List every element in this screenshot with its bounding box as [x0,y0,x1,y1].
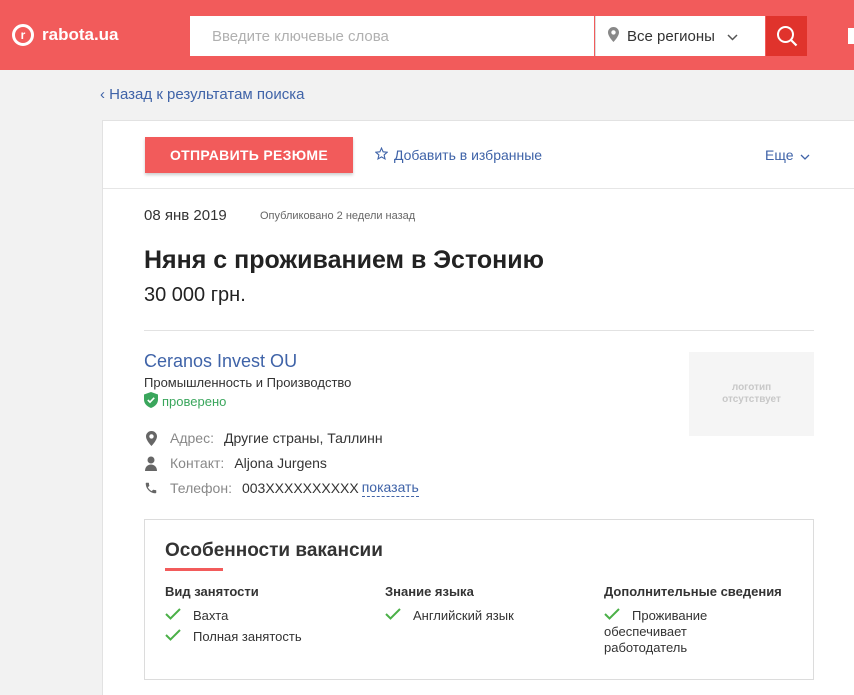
logo-icon: r [12,24,34,46]
address-row: Адрес: Другие страны, Таллинн [144,430,383,446]
vacancy-title: Няня с проживанием в Эстонию [144,246,544,274]
back-label: Назад к результатам поиска [109,86,305,103]
add-to-favorites-link[interactable]: Добавить в избранные [374,146,543,163]
feature-item: Английский язык [385,608,585,624]
logo-placeholder-line2: отсутствует [722,394,781,405]
star-icon [374,146,389,163]
contact-label: Контакт: [170,455,225,471]
site-logo[interactable]: r rabota.ua [12,24,119,46]
back-to-results-link[interactable]: ‹ Назад к результатам поиска [100,86,305,103]
vacancy-card: ОТПРАВИТЬ РЕЗЮМЕ Добавить в избранные Ещ… [102,120,854,695]
company-logo-placeholder: логотип отсутствует [689,352,814,436]
address-label: Адрес: [170,430,214,446]
favorite-label: Добавить в избранные [394,147,543,163]
region-select[interactable]: Все регионы [595,16,765,56]
feature-item: Проживание обеспечивает работодатель [604,608,734,656]
site-header: r rabota.ua Все регионы [0,0,854,70]
search-button[interactable] [766,16,807,56]
more-menu-button[interactable]: Еще [765,147,810,163]
divider [144,330,814,331]
feature-item: Полная занятость [165,629,365,645]
feature-item: Вахта [165,608,365,624]
send-resume-button[interactable]: ОТПРАВИТЬ РЕЗЮМЕ [145,137,353,173]
search-icon [776,26,797,47]
vacancy-date: 08 янв 2019 [144,207,227,224]
vacancy-features: Особенности вакансии Вид занятости Вахта… [144,519,814,680]
show-phone-link[interactable]: показать [361,479,419,497]
feature-item-label: Английский язык [413,608,514,623]
more-label: Еще [765,147,794,163]
person-icon [144,456,158,471]
vacancy-salary: 30 000 грн. [144,284,246,306]
verified-badge: проверено [144,392,226,411]
address-value: Другие страны, Таллинн [223,430,383,446]
logo-placeholder-line1: логотип [731,382,772,393]
features-title-underline [165,568,223,571]
check-icon [165,608,181,624]
features-title: Особенности вакансии [165,540,383,561]
contact-value: Aljona Jurgens [234,455,327,471]
feature-column-additional: Дополнительные сведения Проживание обесп… [604,584,804,661]
check-icon [165,629,181,645]
vacancy-toolbar: ОТПРАВИТЬ РЕЗЮМЕ Добавить в избранные Ещ… [103,121,854,189]
contact-row: Контакт: Aljona Jurgens [144,455,327,471]
phone-label: Телефон: [170,480,232,496]
chevron-down-icon [800,147,810,163]
feature-item-label: Вахта [193,608,229,623]
published-ago: Опубликовано 2 недели назад [260,210,416,222]
feature-heading: Дополнительные сведения [604,584,782,599]
phone-row: Телефон: 003XXXXXXXXXX показать [144,479,419,497]
shield-check-icon [144,392,158,411]
chevron-left-icon: ‹ [100,86,105,103]
check-icon [385,608,401,624]
phone-icon [144,481,158,495]
feature-column-employment: Вид занятости Вахта Полная занятость [165,584,365,650]
location-pin-icon [608,26,619,46]
search-input[interactable] [190,16,594,56]
company-name-link[interactable]: Ceranos Invest OU [144,351,297,372]
region-value: Все регионы [627,27,715,45]
logo-text: rabota.ua [42,25,119,44]
feature-heading: Знание языка [385,584,474,599]
feature-item-label: Полная занятость [193,629,302,644]
verified-label: проверено [162,394,227,409]
feature-column-language: Знание языка Английский язык [385,584,585,629]
check-icon [604,608,620,624]
search-box [190,16,594,56]
feature-heading: Вид занятости [165,584,259,599]
header-edge [848,28,854,44]
chevron-down-icon [727,28,738,45]
company-industry: Промышленность и Производство [144,375,352,390]
phone-value: 003XXXXXXXXXX [241,480,359,496]
location-pin-icon [144,430,158,446]
